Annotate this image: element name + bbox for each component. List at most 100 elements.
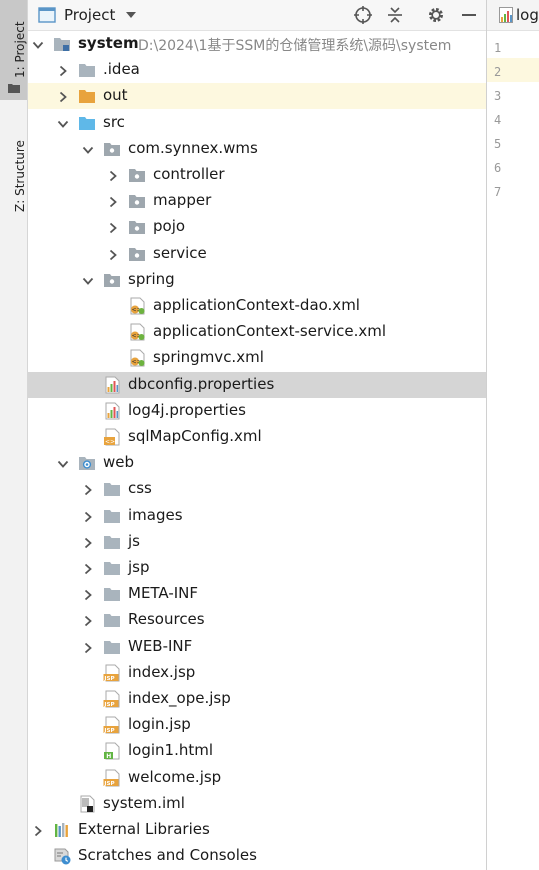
svg-text:H: H (106, 753, 111, 760)
svg-text:JSP: JSP (103, 728, 114, 734)
chevron-right-icon[interactable] (106, 194, 120, 208)
chevron-down-icon[interactable] (81, 273, 95, 287)
chevron-right-icon[interactable] (81, 509, 95, 523)
tree-row-controller[interactable]: controller (28, 162, 486, 188)
line-number: 5 (494, 137, 502, 151)
tree-row-springmvc-xml[interactable]: <> springmvc.xml (28, 345, 486, 371)
chevron-right-icon[interactable] (31, 823, 45, 837)
module-folder-icon (53, 35, 71, 53)
tree-row-com-synnex-wms[interactable]: com.synnex.wms (28, 136, 486, 162)
tree-row-external-libraries[interactable]: External Libraries (28, 817, 486, 843)
tree-row-index-ope-jsp[interactable]: JSP index_ope.jsp (28, 686, 486, 712)
chevron-right-icon[interactable] (106, 220, 120, 234)
tree-item-label: jsp (128, 558, 150, 576)
tree-item-label: External Libraries (78, 820, 210, 838)
tree-row-jsp[interactable]: jsp (28, 555, 486, 581)
chevron-right-icon[interactable] (106, 247, 120, 261)
line-number: 3 (494, 89, 502, 103)
line-number: 4 (494, 113, 502, 127)
package-icon (103, 271, 121, 289)
line-number: 7 (494, 185, 502, 199)
svg-text:JSP: JSP (103, 781, 114, 787)
tree-row-meta-inf[interactable]: META-INF (28, 581, 486, 607)
tree-row-login1-html[interactable]: Hlogin1.html (28, 738, 486, 764)
tree-row-welcome-jsp[interactable]: JSP welcome.jsp (28, 765, 486, 791)
tree-row-src[interactable]: src (28, 110, 486, 136)
chevron-right-icon[interactable] (56, 89, 70, 103)
xml-icon: <> (103, 428, 121, 446)
tree-item-label: springmvc.xml (153, 348, 264, 367)
editor-tab[interactable]: log (487, 0, 539, 31)
tree-row-log4j-properties[interactable]: log4j.properties (28, 398, 486, 424)
minimize-icon[interactable] (458, 4, 480, 26)
line-number: 6 (494, 161, 502, 175)
spring-xml-icon: <> (128, 297, 146, 315)
tree-row-applicationcontext-service-xml[interactable]: <> applicationContext-service.xml (28, 319, 486, 345)
project-tool-tab[interactable]: 1: Project (0, 0, 27, 100)
structure-tool-tab[interactable]: Z: Structure (0, 110, 27, 220)
tree-row-js[interactable]: js (28, 529, 486, 555)
chevron-down-icon[interactable] (56, 116, 70, 130)
chevron-right-icon[interactable] (56, 63, 70, 77)
tree-item-label: js (128, 531, 140, 550)
tree-row-applicationcontext-dao-xml[interactable]: <> applicationContext-dao.xml (28, 293, 486, 319)
tree-item-label: Scratches and Consoles (78, 846, 257, 865)
chevron-down-icon[interactable] (124, 8, 138, 22)
folder-icon (103, 480, 121, 498)
tree-row-system[interactable]: system D:\2024\1基于SSM的仓储管理系统\源码\system (28, 31, 486, 57)
chevron-right-icon[interactable] (81, 535, 95, 549)
collapse-all-icon[interactable] (384, 4, 406, 26)
tree-item-label: .idea (103, 60, 140, 79)
chevron-right-icon[interactable] (81, 561, 95, 575)
tree-item-label: login.jsp (128, 715, 191, 734)
tree-row-web[interactable]: web (28, 450, 486, 476)
svg-text:JSP: JSP (103, 676, 114, 682)
chevron-right-icon[interactable] (106, 168, 120, 182)
tree-row-mapper[interactable]: mapper (28, 188, 486, 214)
tree-item-label: com.synnex.wms (128, 138, 258, 157)
tree-item-label: sqlMapConfig.xml (128, 427, 262, 445)
project-path: D:\2024\1基于SSM的仓储管理系统\源码\system (138, 38, 452, 54)
tree-row-sqlmapconfig-xml[interactable]: <> sqlMapConfig.xml (28, 424, 486, 450)
tree-row-index-jsp[interactable]: JSP index.jsp (28, 660, 486, 686)
chevron-right-icon[interactable] (81, 613, 95, 627)
jsp-icon: JSP (103, 690, 121, 708)
web-folder-icon (78, 454, 96, 472)
tree-row-service[interactable]: service (28, 241, 486, 267)
chevron-right-icon[interactable] (81, 482, 95, 496)
folder-icon (8, 84, 20, 93)
tool-window-strip: 1: Project Z: Structure (0, 0, 28, 870)
tree-row-pojo[interactable]: pojo (28, 214, 486, 240)
tree-item-label: images (128, 505, 183, 524)
tree-row-login-jsp[interactable]: JSP login.jsp (28, 712, 486, 738)
project-tool-tab-label: 1: Project (13, 21, 27, 78)
tree-row-scratches-and-consoles[interactable]: Scratches and Consoles (28, 843, 486, 869)
tree-item-label: src (103, 112, 125, 131)
tree-item-label: welcome.jsp (128, 767, 222, 786)
chevron-down-icon[interactable] (56, 456, 70, 470)
scratches-icon (53, 847, 71, 865)
tree-row-idea[interactable]: .idea (28, 57, 486, 83)
tree-item-label: spring (128, 269, 175, 288)
editor-tab-label: log (516, 6, 539, 24)
tree-row-web-inf[interactable]: WEB-INF (28, 634, 486, 660)
tree-item-label: WEB-INF (128, 636, 193, 655)
tree-row-css[interactable]: css (28, 476, 486, 502)
properties-icon (103, 376, 121, 394)
tree-row-system-iml[interactable]: system.iml (28, 791, 486, 817)
structure-tool-tab-label: Z: Structure (13, 140, 27, 212)
tree-row-images[interactable]: images (28, 503, 486, 529)
tree-item-label: web (103, 453, 135, 472)
chevron-right-icon[interactable] (81, 640, 95, 654)
tree-row-spring[interactable]: spring (28, 267, 486, 293)
chevron-right-icon[interactable] (81, 587, 95, 601)
properties-file-icon (499, 7, 513, 23)
tree-row-out[interactable]: out (28, 83, 486, 110)
tree-row-resources[interactable]: Resources (28, 607, 486, 633)
gear-icon[interactable] (425, 4, 447, 26)
tree-row-dbconfig-properties[interactable]: dbconfig.properties (28, 371, 486, 398)
tree-item-label: system (78, 34, 139, 52)
chevron-down-icon[interactable] (81, 142, 95, 156)
locate-target-icon[interactable] (352, 4, 374, 26)
chevron-down-icon[interactable] (31, 37, 45, 51)
